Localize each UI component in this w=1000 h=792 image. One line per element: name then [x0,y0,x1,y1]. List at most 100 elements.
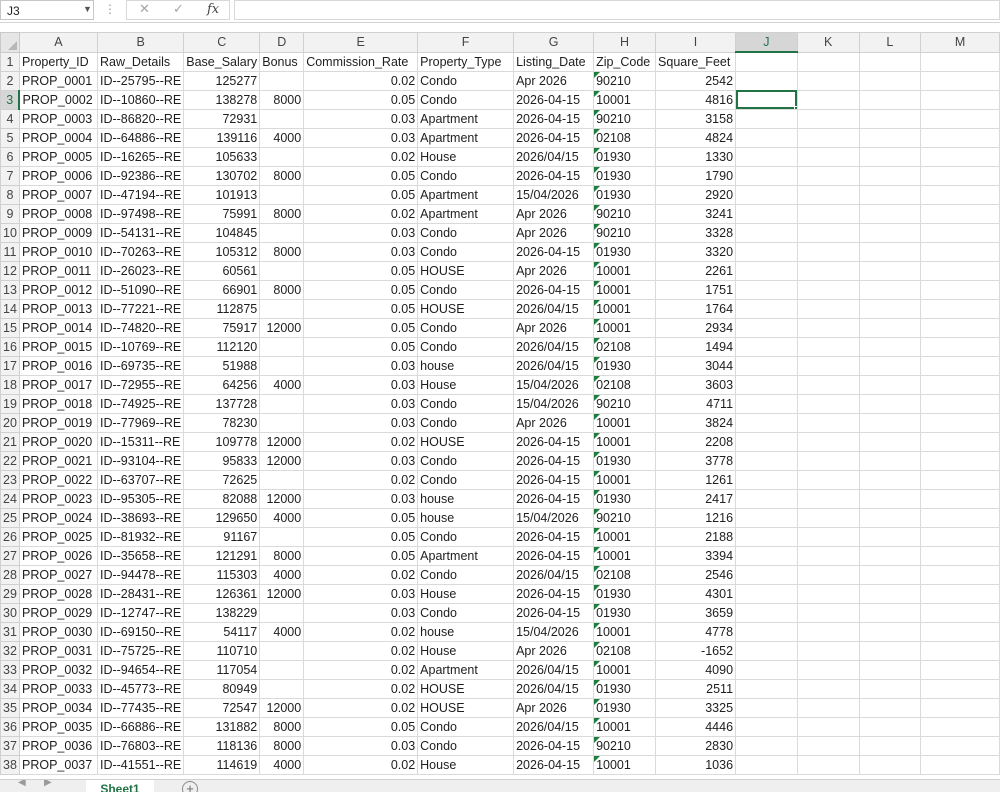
cell-d12[interactable] [259,260,305,281]
cell-a18[interactable]: PROP_0017 [18,374,98,395]
cell-e2[interactable]: 0.02 [303,70,419,91]
cell-e31[interactable]: 0.02 [303,621,419,642]
cell-g27[interactable]: 2026-04-15 [513,545,595,566]
cell-e33[interactable]: 0.02 [303,659,419,680]
cell-l1[interactable] [858,51,922,72]
row-header[interactable]: 37 [0,735,20,756]
cell-k30[interactable] [796,602,860,623]
cell-m35[interactable] [920,697,1000,718]
cell-b32[interactable]: ID--75725--RE [96,640,185,661]
cell-j16[interactable] [735,336,798,357]
cell-g13[interactable]: 2026-04-15 [513,279,595,300]
cell-m1[interactable] [920,51,1000,72]
cell-j31[interactable] [735,621,798,642]
cell-l29[interactable] [858,583,922,604]
cell-m25[interactable] [920,507,1000,528]
row-header[interactable]: 34 [0,678,20,699]
cell-k24[interactable] [796,488,860,509]
cell-f30[interactable]: Condo [417,602,515,623]
cell-a28[interactable]: PROP_0027 [18,564,98,585]
cell-i33[interactable]: 4090 [655,659,737,680]
row-header[interactable]: 7 [0,165,20,186]
cell-f34[interactable]: HOUSE [417,678,515,699]
row-header[interactable]: 12 [0,260,20,281]
cell-d30[interactable] [259,602,305,623]
cell-k17[interactable] [796,355,860,376]
cell-b1[interactable]: Raw_Details [96,51,185,72]
cell-b22[interactable]: ID--93104--RE [96,450,185,471]
cell-i32[interactable]: -1652 [655,640,737,661]
cell-d37[interactable]: 8000 [259,735,305,756]
cell-a38[interactable]: PROP_0037 [18,754,98,775]
cell-a22[interactable]: PROP_0021 [18,450,98,471]
cell-e35[interactable]: 0.02 [303,697,419,718]
row-header[interactable]: 11 [0,241,20,262]
cell-j27[interactable] [735,545,798,566]
cell-d1[interactable]: Bonus [259,51,305,72]
cell-m34[interactable] [920,678,1000,699]
cell-l18[interactable] [858,374,922,395]
cell-l25[interactable] [858,507,922,528]
cell-a32[interactable]: PROP_0031 [18,640,98,661]
cell-g11[interactable]: 2026-04-15 [513,241,595,262]
cell-j38[interactable] [735,754,798,775]
cell-g10[interactable]: Apr 2026 [513,222,595,243]
cell-h12[interactable]: 10001 [593,260,657,281]
cell-h17[interactable]: 01930 [593,355,657,376]
cell-c27[interactable]: 121291 [183,545,261,566]
cell-j9[interactable] [735,203,798,224]
row-header[interactable]: 27 [0,545,20,566]
cell-l30[interactable] [858,602,922,623]
cell-e13[interactable]: 0.05 [303,279,419,300]
cell-h8[interactable]: 01930 [593,184,657,205]
cell-g3[interactable]: 2026-04-15 [513,89,595,110]
cell-m5[interactable] [920,127,1000,148]
cell-f17[interactable]: house [417,355,515,376]
cell-e10[interactable]: 0.03 [303,222,419,243]
cell-c16[interactable]: 112120 [183,336,261,357]
cell-i3[interactable]: 4816 [655,89,737,110]
cell-j5[interactable] [735,127,798,148]
cell-g8[interactable]: 15/04/2026 [513,184,595,205]
cell-e14[interactable]: 0.05 [303,298,419,319]
cell-b3[interactable]: ID--10860--RE [96,89,185,110]
cell-f19[interactable]: Condo [417,393,515,414]
cell-k20[interactable] [796,412,860,433]
cell-d35[interactable]: 12000 [259,697,305,718]
cell-l23[interactable] [858,469,922,490]
cell-g17[interactable]: 2026/04/15 [513,355,595,376]
add-sheet-icon[interactable]: + [182,781,198,792]
cell-c11[interactable]: 105312 [183,241,261,262]
cell-e4[interactable]: 0.03 [303,108,419,129]
cell-h4[interactable]: 90210 [593,108,657,129]
cell-g33[interactable]: 2026/04/15 [513,659,595,680]
column-header-i[interactable]: I [655,32,737,53]
cell-i13[interactable]: 1751 [655,279,737,300]
cell-m19[interactable] [920,393,1000,414]
cell-k9[interactable] [796,203,860,224]
cell-m22[interactable] [920,450,1000,471]
cell-e37[interactable]: 0.03 [303,735,419,756]
cell-d24[interactable]: 12000 [259,488,305,509]
cell-f38[interactable]: House [417,754,515,775]
cell-j25[interactable] [735,507,798,528]
cell-f36[interactable]: Condo [417,716,515,737]
cell-e1[interactable]: Commission_Rate [303,51,419,72]
cell-g24[interactable]: 2026-04-15 [513,488,595,509]
cell-h16[interactable]: 02108 [593,336,657,357]
cell-b23[interactable]: ID--63707--RE [96,469,185,490]
cell-m29[interactable] [920,583,1000,604]
cell-j24[interactable] [735,488,798,509]
next-sheet-icon[interactable]: ▶ [44,780,52,788]
cell-f6[interactable]: House [417,146,515,167]
cell-b25[interactable]: ID--38693--RE [96,507,185,528]
cell-e18[interactable]: 0.03 [303,374,419,395]
cell-k35[interactable] [796,697,860,718]
cell-i20[interactable]: 3824 [655,412,737,433]
cell-c6[interactable]: 105633 [183,146,261,167]
cell-c13[interactable]: 66901 [183,279,261,300]
cell-b27[interactable]: ID--35658--RE [96,545,185,566]
cell-f15[interactable]: Condo [417,317,515,338]
cell-k15[interactable] [796,317,860,338]
cell-b33[interactable]: ID--94654--RE [96,659,185,680]
